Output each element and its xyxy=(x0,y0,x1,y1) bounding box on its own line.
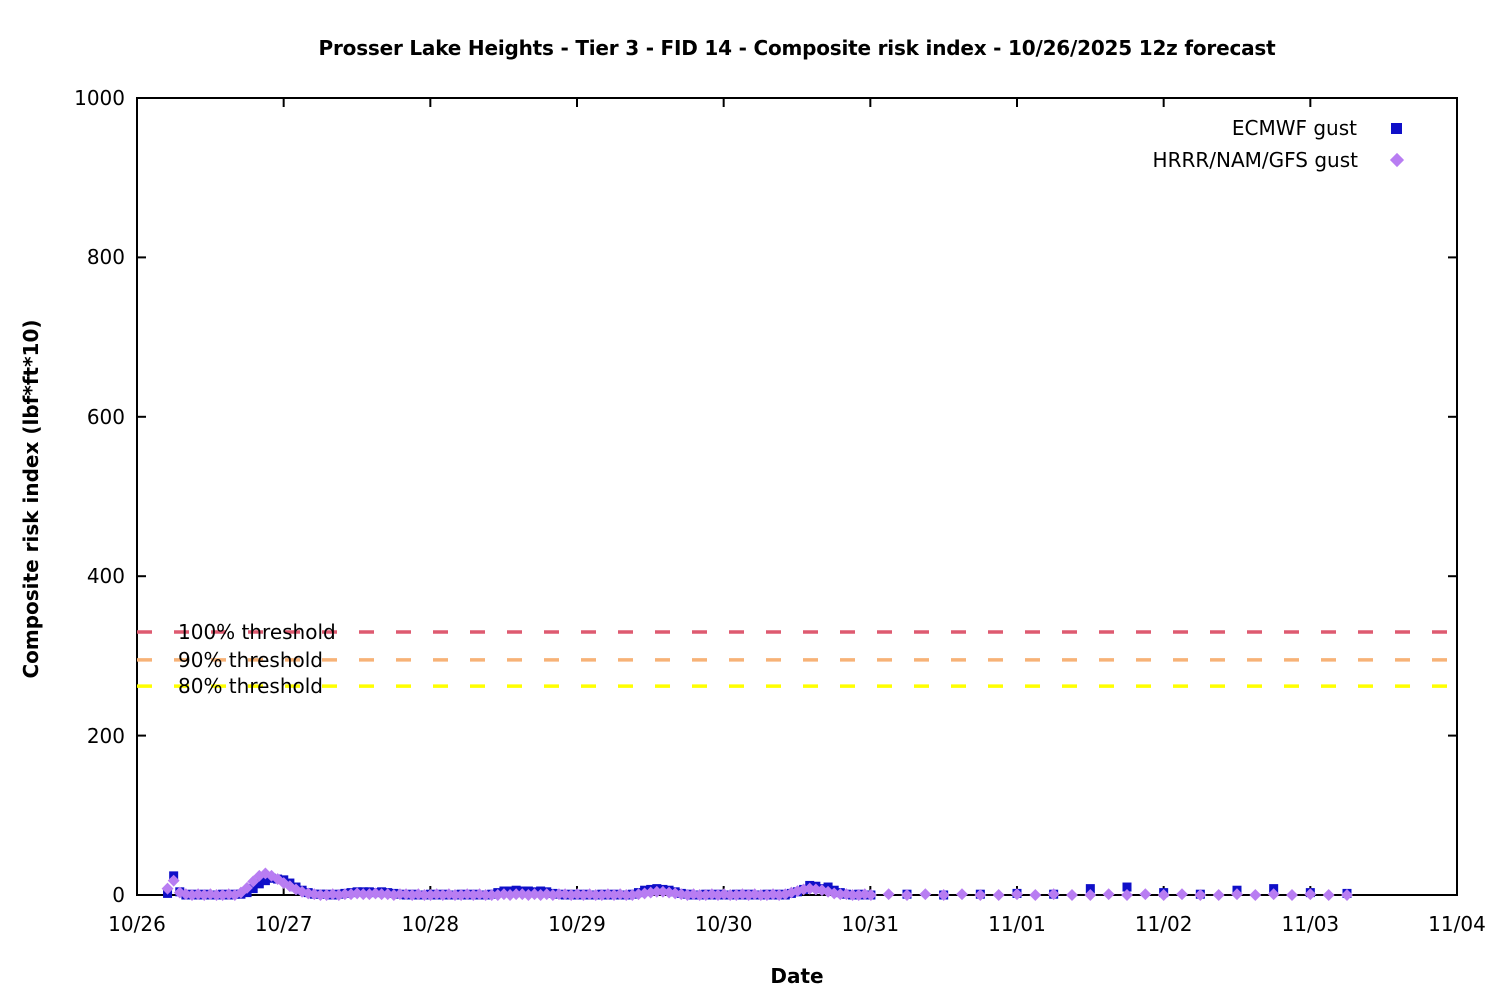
data-point-diamond xyxy=(1249,889,1261,901)
data-point-diamond xyxy=(1176,888,1188,900)
ecmwf-square-marker-icon xyxy=(1391,123,1402,134)
x-tick-label: 11/02 xyxy=(1119,912,1209,936)
threshold-label-100: 100% threshold xyxy=(178,619,336,645)
x-tick-label: 11/01 xyxy=(972,912,1062,936)
legend-item-hrrr-nam-gfs: HRRR/NAM/GFS gust xyxy=(1000,144,1402,176)
x-tick-label: 10/27 xyxy=(239,912,329,936)
y-tick-label: 1000 xyxy=(25,86,125,110)
x-tick-label: 10/26 xyxy=(92,912,182,936)
x-tick-label: 11/04 xyxy=(1412,912,1500,936)
x-tick-label: 10/28 xyxy=(385,912,475,936)
data-point-diamond xyxy=(1103,888,1115,900)
legend-item-ecmwf: ECMWF gust xyxy=(1000,112,1402,144)
x-tick-label: 10/29 xyxy=(532,912,622,936)
x-tick-label: 10/30 xyxy=(679,912,769,936)
y-tick-label: 800 xyxy=(25,245,125,269)
y-tick-label: 600 xyxy=(25,405,125,429)
chart: Prosser Lake Heights - Tier 3 - FID 14 -… xyxy=(0,0,1500,1000)
data-point-diamond xyxy=(1066,889,1078,901)
y-tick-label: 200 xyxy=(25,724,125,748)
data-point-diamond xyxy=(883,888,895,900)
plot-border xyxy=(137,98,1457,895)
x-axis-title: Date xyxy=(137,964,1457,988)
data-point-diamond xyxy=(1323,889,1335,901)
data-point-diamond xyxy=(919,888,931,900)
data-point-diamond xyxy=(1139,888,1151,900)
data-point-diamond xyxy=(1213,889,1225,901)
hrrr-nam-gfs-diamond-marker-icon xyxy=(1390,153,1404,167)
threshold-label-90: 90% threshold xyxy=(178,647,323,673)
legend-label-hrrr-nam-gfs: HRRR/NAM/GFS gust xyxy=(1153,148,1358,172)
data-point-diamond xyxy=(956,888,968,900)
y-tick-label: 400 xyxy=(25,564,125,588)
x-tick-label: 10/31 xyxy=(825,912,915,936)
legend-label-ecmwf: ECMWF gust xyxy=(1232,116,1357,140)
y-tick-label: 0 xyxy=(25,883,125,907)
data-point-diamond xyxy=(1286,889,1298,901)
data-point-diamond xyxy=(993,889,1005,901)
legend: ECMWF gust HRRR/NAM/GFS gust xyxy=(1000,112,1402,176)
data-point-diamond xyxy=(1029,889,1041,901)
x-tick-label: 11/03 xyxy=(1265,912,1355,936)
threshold-label-80: 80% threshold xyxy=(178,673,323,699)
